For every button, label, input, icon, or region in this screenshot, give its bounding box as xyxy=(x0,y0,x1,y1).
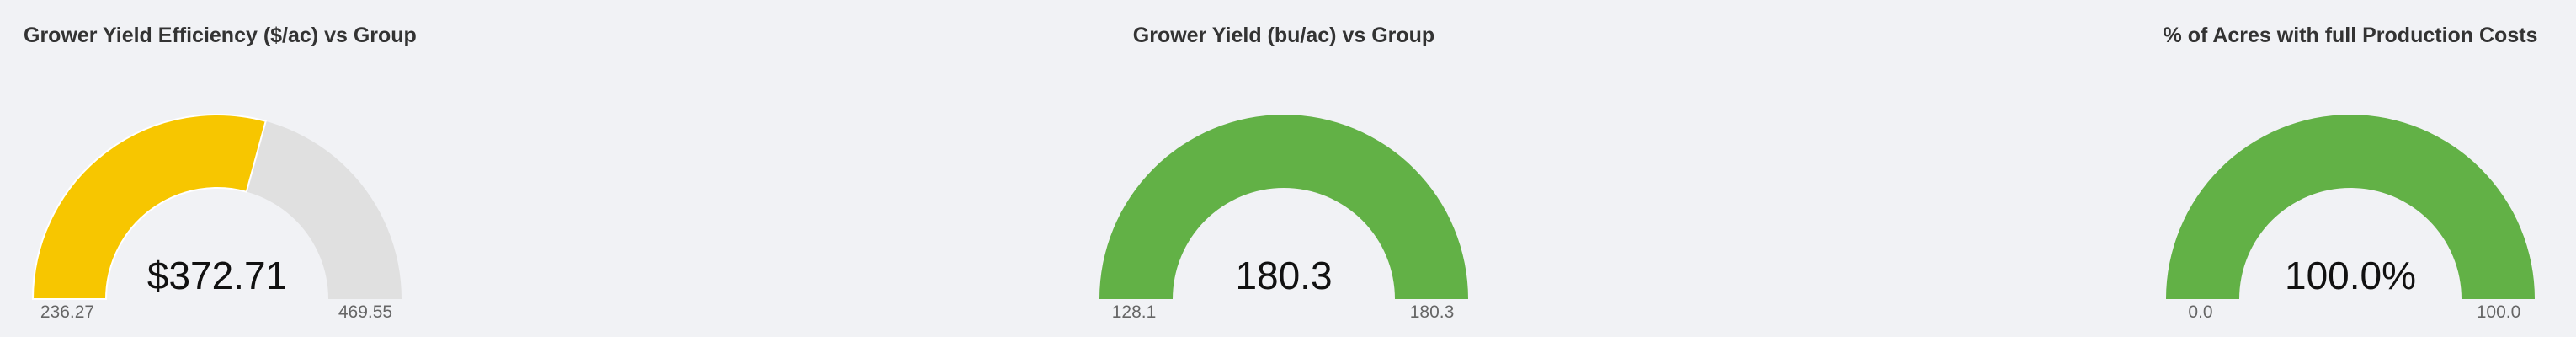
gauge-min-label: 236.27 xyxy=(40,302,95,322)
gauge-max-label: 100.0 xyxy=(2476,302,2521,322)
yield-efficiency-gauge: Grower Yield Efficiency ($/ac) vs Group … xyxy=(24,0,417,337)
gauge-min-label: 128.1 xyxy=(1111,302,1157,322)
gauge-max-label: 180.3 xyxy=(1409,302,1455,322)
gauge-value-label: $372.71 xyxy=(146,254,288,297)
gauge-value-label: 180.3 xyxy=(1235,254,1333,297)
gauge-max-label: 469.55 xyxy=(338,302,393,322)
gauge-min-label: 0.0 xyxy=(2188,302,2213,322)
production-costs-gauge: % of Acres with full Production Costs 10… xyxy=(2157,0,2544,337)
yield-gauge: Grower Yield (bu/ac) vs Group 180.3 128.… xyxy=(1090,0,1477,337)
gauge-value-label: 100.0% xyxy=(2284,254,2416,297)
